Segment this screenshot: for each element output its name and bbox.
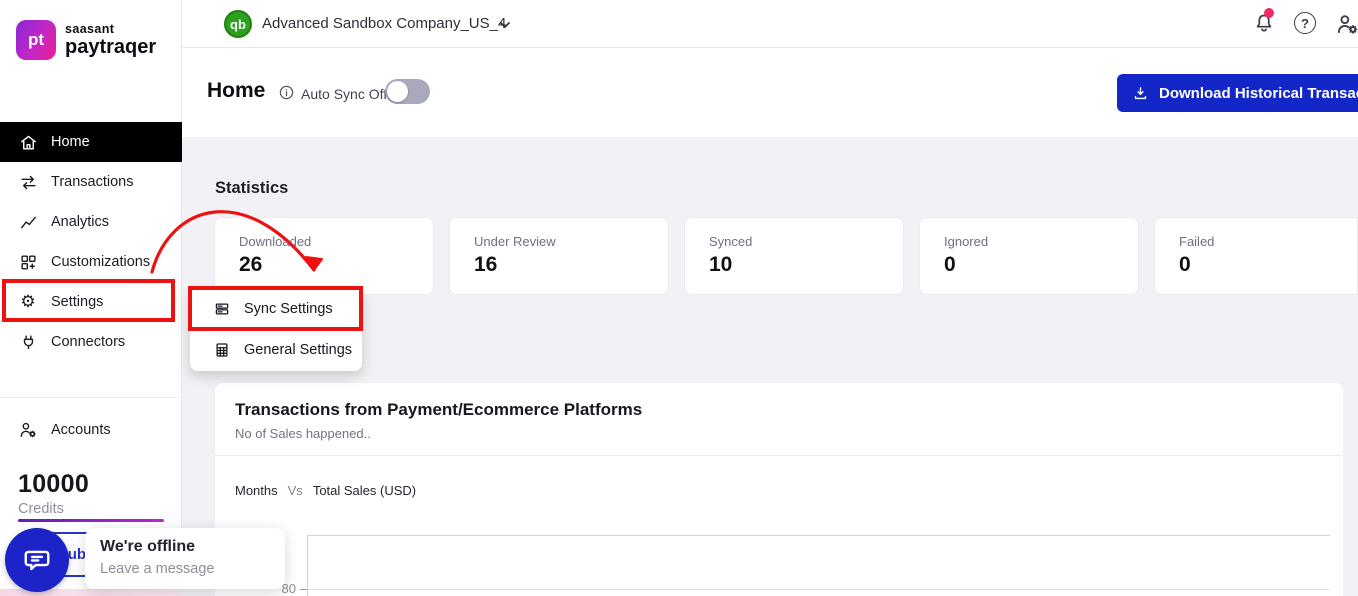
sidebar: pt saasant paytraqer Home Transactions (0, 0, 182, 596)
menu-item-label: General Settings (244, 342, 352, 358)
help-icon[interactable]: ? (1294, 12, 1316, 34)
brand-logo[interactable]: pt saasant paytraqer (16, 20, 156, 60)
sidebar-item-home[interactable]: Home (0, 122, 182, 162)
sidebar-item-label: Transactions (51, 174, 133, 190)
stat-label: Failed (1179, 234, 1333, 249)
server-stack-icon (212, 299, 232, 319)
chevron-down-icon[interactable] (497, 17, 513, 33)
help-glyph: ? (1301, 16, 1309, 31)
sidebar-item-label: Settings (51, 294, 103, 310)
account-settings-icon[interactable] (1334, 11, 1358, 37)
sidebar-item-connectors[interactable]: Connectors (0, 322, 182, 362)
transactions-panel-subtitle: No of Sales happened.. (235, 426, 371, 441)
stat-value: 0 (944, 253, 1114, 277)
settings-dropdown-menu: Sync Settings General Settings (190, 288, 362, 371)
chart-axis-caption: Months Vs Total Sales (USD) (235, 483, 416, 498)
company-name[interactable]: Advanced Sandbox Company_US_4 (262, 15, 506, 32)
sidebar-item-label: Home (51, 134, 90, 150)
info-icon[interactable] (278, 84, 295, 101)
chat-offline-popup[interactable]: We're offline Leave a message (85, 528, 285, 589)
sidebar-nav: Home Transactions Analytics (0, 122, 182, 362)
gear-icon: ⚙ (18, 292, 38, 312)
sidebar-item-settings[interactable]: ⚙ Settings (0, 282, 182, 322)
sidebar-item-label: Customizations (51, 254, 150, 270)
stat-card-ignored[interactable]: Ignored 0 (919, 217, 1139, 295)
stat-label: Ignored (944, 234, 1114, 249)
chart-gridline-80 (307, 589, 1330, 590)
chart-y-axis (307, 535, 308, 596)
credits-value: 10000 (18, 470, 89, 499)
auto-sync-toggle[interactable] (385, 79, 430, 104)
home-icon (18, 132, 38, 152)
stat-value: 26 (239, 253, 409, 277)
brand-name-top: saasant (65, 23, 156, 36)
analytics-icon (18, 212, 38, 232)
menu-item-general-settings[interactable]: General Settings (190, 329, 362, 370)
accounts-label: Accounts (51, 422, 111, 438)
plug-icon (18, 332, 38, 352)
stat-label: Downloaded (239, 234, 409, 249)
offline-subtitle: Leave a message (100, 561, 270, 577)
download-historical-button[interactable]: Download Historical Transactions (1117, 74, 1358, 112)
download-icon (1132, 85, 1149, 102)
sidebar-item-customizations[interactable]: Customizations (0, 242, 182, 282)
transactions-panel-title: Transactions from Payment/Ecommerce Plat… (235, 400, 642, 420)
credits-label: Credits (18, 501, 64, 517)
brand-name-bottom: paytraqer (65, 37, 156, 57)
panel-divider (215, 455, 1343, 456)
topbar: qb Advanced Sandbox Company_US_4 ? (182, 0, 1358, 48)
toggle-knob (387, 81, 408, 102)
chat-launcher-button[interactable] (5, 528, 69, 592)
auto-sync-label: Auto Sync Off (301, 86, 387, 102)
stat-label: Synced (709, 234, 879, 249)
offline-title: We're offline (100, 538, 270, 556)
page-header: Home Auto Sync Off Download Historical T… (182, 48, 1358, 137)
transactions-panel: Transactions from Payment/Ecommerce Plat… (215, 383, 1343, 596)
transactions-icon (18, 172, 38, 192)
page-title: Home (207, 79, 265, 103)
download-button-label: Download Historical Transactions (1159, 85, 1358, 102)
calculator-icon (212, 340, 232, 360)
brand-text: saasant paytraqer (65, 23, 156, 58)
stat-label: Under Review (474, 234, 644, 249)
stat-value: 10 (709, 253, 879, 277)
axis-label-x: Months (235, 483, 278, 498)
sidebar-divider (0, 397, 182, 398)
menu-item-sync-settings[interactable]: Sync Settings (190, 288, 362, 329)
customizations-icon (18, 252, 38, 272)
notification-bell-icon[interactable] (1252, 11, 1276, 37)
sidebar-item-accounts[interactable]: Accounts (0, 410, 182, 450)
quickbooks-logo-icon: qb (224, 10, 252, 38)
sidebar-item-transactions[interactable]: Transactions (0, 162, 182, 202)
stat-card-downloaded[interactable]: Downloaded 26 (214, 217, 434, 295)
stat-value: 16 (474, 253, 644, 277)
chat-icon (22, 545, 52, 575)
axis-label-y: Total Sales (USD) (313, 483, 416, 498)
chart-top-border (307, 535, 1330, 536)
credits-underline (18, 519, 164, 522)
sidebar-item-analytics[interactable]: Analytics (0, 202, 182, 242)
sidebar-item-label: Connectors (51, 334, 125, 350)
stat-card-failed[interactable]: Failed 0 (1154, 217, 1358, 295)
axis-vs: Vs (288, 483, 303, 498)
sidebar-item-label: Analytics (51, 214, 109, 230)
statistics-title: Statistics (215, 179, 288, 198)
notification-dot (1264, 8, 1274, 18)
stat-card-under-review[interactable]: Under Review 16 (449, 217, 669, 295)
stat-card-synced[interactable]: Synced 10 (684, 217, 904, 295)
brand-badge-icon: pt (16, 20, 56, 60)
stat-value: 0 (1179, 253, 1333, 277)
menu-item-label: Sync Settings (244, 301, 333, 317)
chart-y-tick (300, 589, 307, 590)
user-gear-icon (18, 420, 38, 440)
